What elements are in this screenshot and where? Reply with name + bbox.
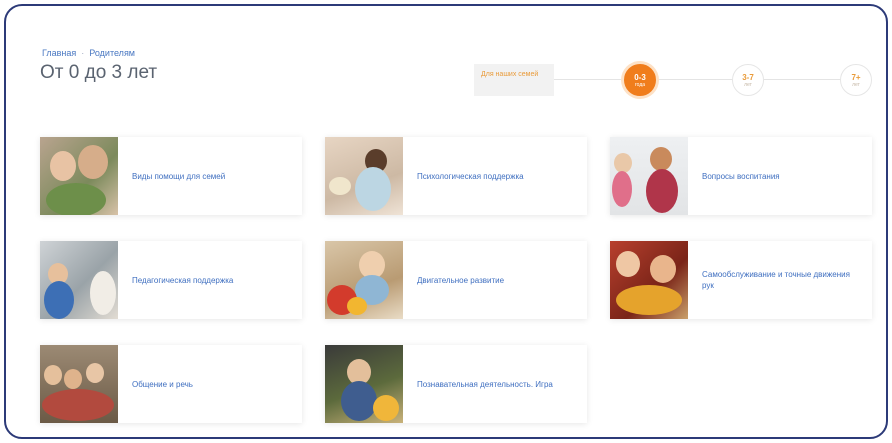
card-psychological-support[interactable]: Психологическая поддержка xyxy=(325,137,587,215)
age-step-number: 3-7 xyxy=(742,72,754,82)
page-frame: Главная · Родителям От 0 до 3 лет Для на… xyxy=(4,4,888,439)
card-label: Психологическая поддержка xyxy=(417,171,524,181)
card-photo xyxy=(325,137,403,215)
card-label: Общение и речь xyxy=(132,379,193,389)
card-upbringing-questions[interactable]: Вопросы воспитания xyxy=(610,137,872,215)
card-photo xyxy=(610,241,688,319)
breadcrumb: Главная · Родителям xyxy=(42,48,135,58)
family-filter[interactable]: Для наших семей xyxy=(474,64,554,96)
card-label: Самообслуживание и точные движения рук xyxy=(702,270,850,290)
card-photo xyxy=(325,241,403,319)
age-step-unit: лет xyxy=(852,81,860,88)
card-label: Двигательное развитие xyxy=(417,275,505,285)
age-step-unit: года xyxy=(634,81,646,88)
page-title: От 0 до 3 лет xyxy=(40,62,158,83)
card-photo xyxy=(325,345,403,423)
card-label: Вопросы воспитания xyxy=(702,171,780,181)
age-step-unit: лет xyxy=(744,81,752,88)
age-step-0-3[interactable]: 0-3 года xyxy=(624,64,656,96)
age-step-7-plus[interactable]: 7+ лет xyxy=(840,64,872,96)
breadcrumb-home-link[interactable]: Главная xyxy=(42,48,76,58)
stepper-line xyxy=(534,79,864,80)
card-communication-speech[interactable]: Общение и речь xyxy=(40,345,302,423)
breadcrumb-separator: · xyxy=(81,48,85,58)
card-label: Познавательная деятельность. Игра xyxy=(417,379,553,389)
age-step-number: 0-3 xyxy=(634,72,646,82)
age-step-number: 7+ xyxy=(851,72,861,82)
card-family-help[interactable]: Виды помощи для семей xyxy=(40,137,302,215)
age-stepper: Для наших семей 0-3 года 3-7 лет 7+ лет xyxy=(474,60,874,100)
card-self-care[interactable]: Самообслуживание и точные движения рук xyxy=(610,241,872,319)
card-photo xyxy=(40,241,118,319)
card-cognitive-play[interactable]: Познавательная деятельность. Игра xyxy=(325,345,587,423)
breadcrumb-current-link[interactable]: Родителям xyxy=(89,48,135,58)
card-photo xyxy=(40,137,118,215)
card-photo xyxy=(40,345,118,423)
age-step-3-7[interactable]: 3-7 лет xyxy=(732,64,764,96)
card-label: Виды помощи для семей xyxy=(132,171,226,181)
card-photo xyxy=(610,137,688,215)
card-motor-development[interactable]: Двигательное развитие xyxy=(325,241,587,319)
card-label: Педагогическая поддержка xyxy=(132,275,234,285)
card-pedagogical-support[interactable]: Педагогическая поддержка xyxy=(40,241,302,319)
